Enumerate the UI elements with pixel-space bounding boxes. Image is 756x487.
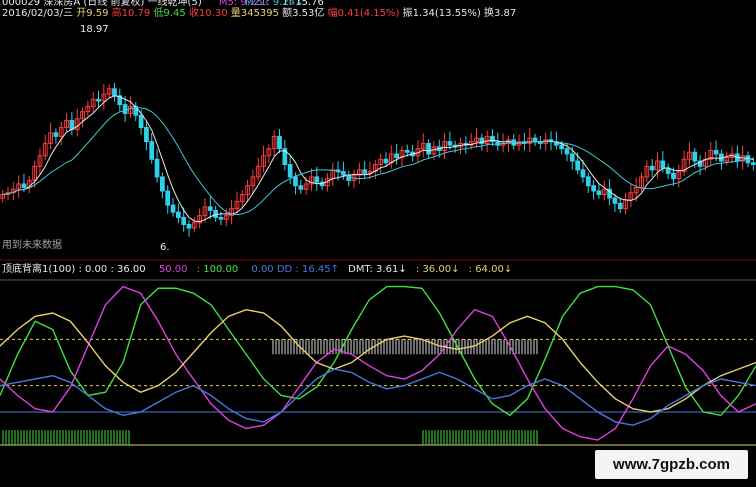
candle-body xyxy=(213,209,218,218)
candle-body xyxy=(277,135,282,150)
ind-dd: 0.00 DD : 16.45↑ xyxy=(251,264,339,275)
candle-body xyxy=(404,149,410,153)
candle-body xyxy=(426,142,431,155)
volume-value: 量345395 xyxy=(230,8,279,19)
period-label: (日线 前复权) xyxy=(83,0,145,8)
ind-dmt: DMT: 3.61↓ xyxy=(348,264,407,275)
ind-v50: 50.00 xyxy=(158,264,188,275)
candle-body xyxy=(218,216,224,220)
candle-body xyxy=(170,204,176,213)
candle-body xyxy=(447,141,453,146)
close-value: 收10.30 xyxy=(188,8,228,19)
candle-body xyxy=(713,149,719,155)
candle-body xyxy=(692,151,698,162)
candle-body xyxy=(585,176,591,187)
candle-body xyxy=(649,165,655,171)
candle-body xyxy=(575,160,581,171)
candle-body xyxy=(186,224,192,229)
candle-body xyxy=(559,144,565,150)
ma21-line xyxy=(2,107,754,216)
ma21-value: M21: 9.24↓ xyxy=(245,0,304,8)
study-label: 一线乾坤(5) xyxy=(147,0,202,8)
candle-body xyxy=(21,183,27,188)
candle-body xyxy=(580,169,586,178)
candle-body xyxy=(144,127,149,143)
candle-body xyxy=(165,190,171,206)
candle-body xyxy=(314,176,320,183)
open-value: 开9.59 xyxy=(76,8,109,19)
candle-body xyxy=(612,197,618,204)
candle-body xyxy=(362,169,368,174)
candle-body xyxy=(671,172,676,180)
candle-body xyxy=(532,137,538,143)
candle-body xyxy=(596,190,602,196)
ind-v0: : 0.00 xyxy=(78,264,108,275)
stock-code-name: 000029 深深房A xyxy=(2,0,81,8)
indicator-panel xyxy=(0,279,756,446)
ind-v64: : 64.00↓ xyxy=(468,264,513,275)
candle-body xyxy=(53,132,59,137)
candle-body xyxy=(617,202,623,210)
candle-body xyxy=(122,104,128,114)
candle-body xyxy=(287,164,293,178)
candle-body xyxy=(175,211,181,218)
candle-body xyxy=(564,148,570,155)
amplitude-value: 振1.34(13.55%) xyxy=(402,8,481,19)
low-value: 低9.45 xyxy=(153,8,186,19)
ind-v100: : 100.00 xyxy=(196,264,239,275)
candle-body xyxy=(69,119,75,130)
candle-body xyxy=(96,98,101,102)
candle-body xyxy=(160,176,165,192)
magenta-indicator-line xyxy=(0,285,756,441)
ind-v36: : 36.00 xyxy=(110,264,146,275)
amount-value: 额3.53亿 xyxy=(282,8,325,19)
candle-body xyxy=(750,162,756,166)
candle-body xyxy=(207,206,213,211)
candle-body xyxy=(660,160,666,169)
candle-body xyxy=(298,185,304,190)
chart-canvas xyxy=(0,82,756,446)
candle-body xyxy=(154,158,160,178)
date-label: 2016/02/03/三 xyxy=(2,8,74,19)
candle-body xyxy=(591,185,596,192)
high-value: 高10.79 xyxy=(111,8,151,19)
price-panel xyxy=(0,82,756,261)
yellow-indicator-line xyxy=(0,308,756,413)
change-value: 幅0.41(4.15%) xyxy=(327,8,400,19)
candle-body xyxy=(112,88,117,97)
watermark: www.7gpzb.com xyxy=(595,450,748,479)
indicator-title: 顶底背离1(100) xyxy=(2,264,76,275)
turnover-value: 换3.87 xyxy=(484,8,517,19)
candle-body xyxy=(138,114,144,129)
future-data-note: 用到未来数据 xyxy=(2,240,62,251)
high-marker-label: 18.97 xyxy=(80,24,109,35)
candle-body xyxy=(394,153,399,159)
candle-body xyxy=(293,176,298,187)
candle-body xyxy=(383,158,389,164)
ind-v36b: : 36.00↓ xyxy=(415,264,460,275)
low-marker-label: 6. xyxy=(160,242,170,253)
candle-body xyxy=(569,153,575,162)
candle-body xyxy=(181,216,187,226)
candle-body xyxy=(149,141,155,160)
